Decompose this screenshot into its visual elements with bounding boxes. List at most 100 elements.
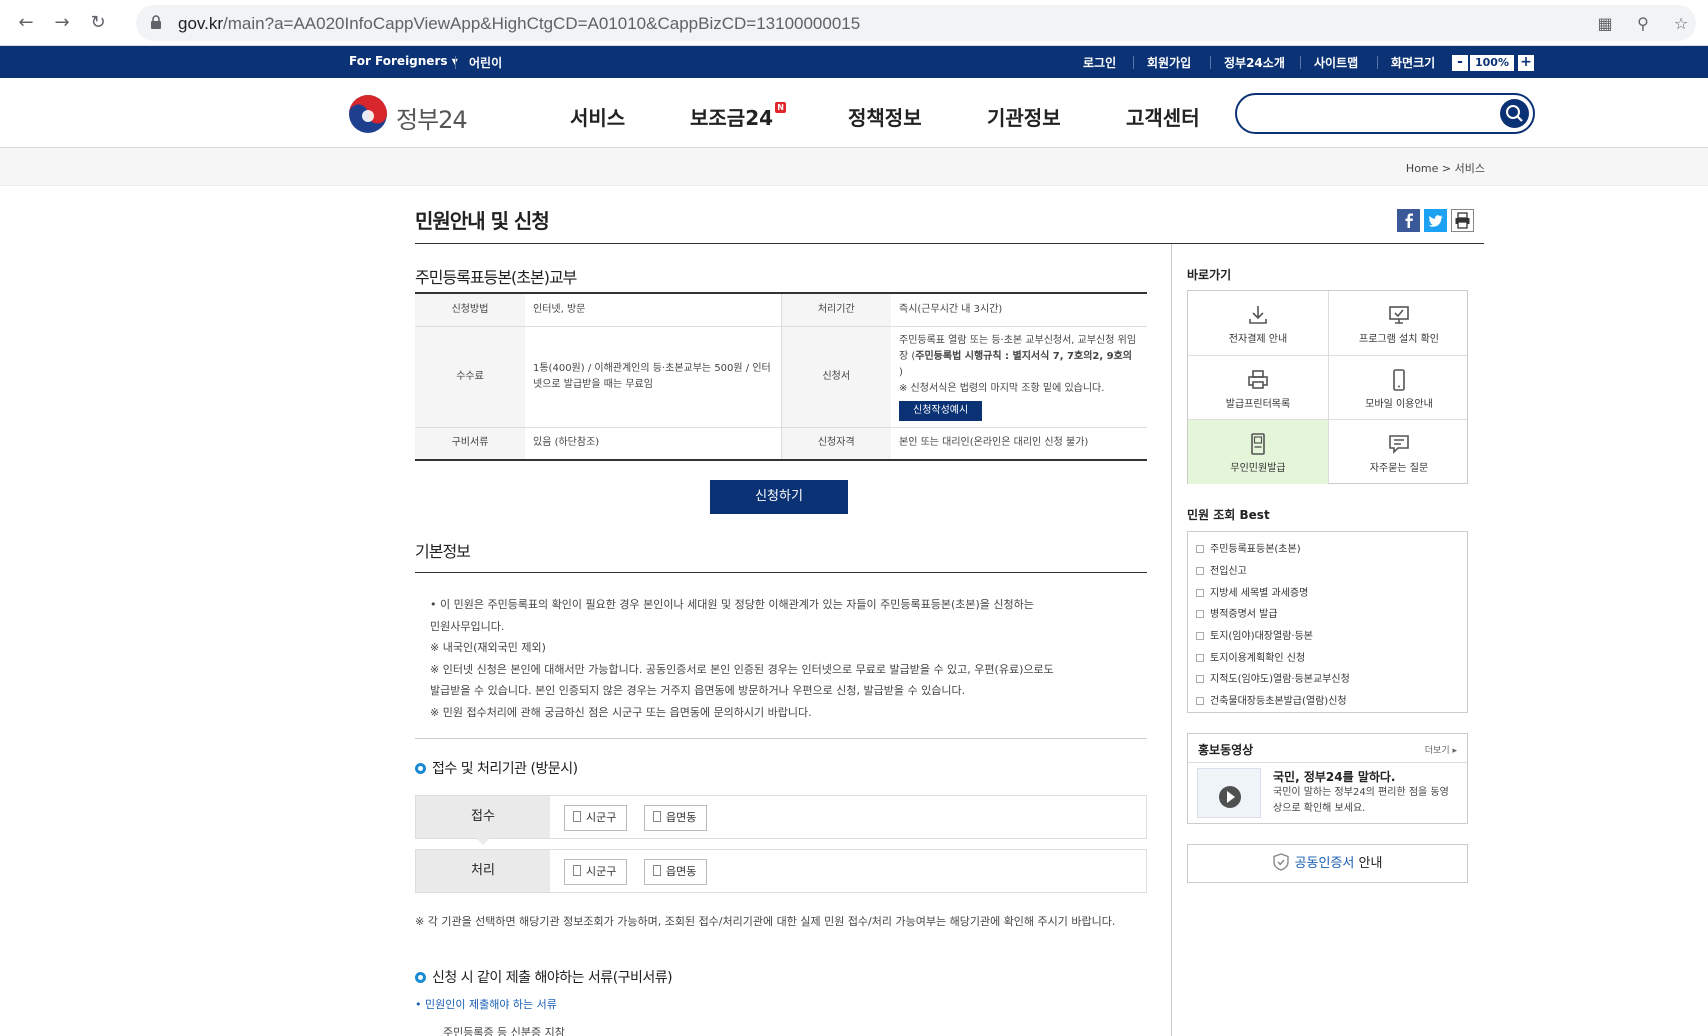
basic-info-title: 기본정보 [415, 542, 471, 561]
taegeuk-logo-icon[interactable] [348, 94, 388, 134]
building-icon [573, 865, 581, 876]
speech-bubble-icon [1389, 435, 1409, 454]
process-eupmyeon-button[interactable]: 읍면동 [644, 859, 708, 885]
document-icon [1196, 632, 1204, 640]
apply-button[interactable]: 신청하기 [710, 480, 848, 514]
org-section-title: 접수 및 처리기관 (방문시) [415, 758, 578, 778]
fee-value: 1통(400원) / 이해관계인의 등·초본교부는 500원 / 인터넷으로 발… [525, 326, 781, 428]
method-label: 신청방법 [415, 293, 525, 327]
kiosk-icon [1251, 433, 1265, 455]
form-example-button[interactable]: 신청작성예시 [899, 400, 983, 421]
grid-divider [1328, 291, 1329, 483]
nav-agency[interactable]: 기관정보 [987, 102, 1061, 131]
forward-icon[interactable]: → [50, 11, 74, 35]
column-divider [1171, 244, 1172, 1036]
twitter-share-icon[interactable] [1424, 209, 1447, 232]
document-icon [1196, 545, 1204, 553]
basic-info-text: • 이 민원은 주민등록표의 확인이 필요한 경우 본인이나 세대원 및 정당한… [430, 594, 1130, 723]
best-item[interactable]: 지방세 세목별 과세증명 [1196, 584, 1308, 599]
search-button[interactable] [1500, 99, 1529, 128]
promo-title: 홍보동영상 [1198, 743, 1254, 757]
breadcrumb-band: Home > 서비스 [0, 148, 1708, 186]
quick-printer-list[interactable]: 발급프린터목록 [1188, 356, 1328, 420]
certificate-guide-button[interactable]: 공동인증서 안내 [1187, 844, 1468, 883]
breadcrumb-home[interactable]: Home [1406, 162, 1438, 175]
title-divider [415, 243, 1484, 244]
required-docs-title: 신청 시 같이 제출 해야하는 서류(구비서류) [415, 967, 673, 987]
applicant-docs-link[interactable]: • 민원인이 제출해야 하는 서류 [415, 996, 557, 1012]
best-item[interactable]: 토지(임야)대장열람·등본 [1196, 627, 1313, 642]
lock-icon [151, 15, 161, 29]
best-item[interactable]: 병적증명서 발급 [1196, 605, 1278, 620]
promo-description: 국민이 말하는 정부24의 편리한 점을 동영상으로 확인해 보세요. [1273, 787, 1449, 814]
document-icon [1196, 697, 1204, 705]
facebook-share-icon[interactable] [1397, 209, 1420, 232]
quick-faq[interactable]: 자주묻는 질문 [1329, 420, 1469, 484]
login-link[interactable]: 로그인 [1083, 54, 1116, 71]
join-link[interactable]: 회원가입 [1147, 54, 1191, 71]
utility-bar: For Foreigners ▾ 어린이 로그인 회원가입 정부24소개 사이트… [0, 46, 1708, 78]
nav-subsidy24[interactable]: 보조금24 N [690, 102, 787, 131]
best-item[interactable]: 토지이용계획확인 신청 [1196, 649, 1305, 664]
best-item[interactable]: 건축물대장등초본발급(열람)신청 [1196, 692, 1347, 707]
quick-links-grid: 전자결제 안내 프로그램 설치 확인 발급프린터목록 모바일 이용안내 무인민원… [1187, 290, 1468, 484]
zoom-out-button[interactable]: - [1452, 55, 1468, 71]
process-org-row: 처리 시군구 읍면동 [415, 849, 1147, 893]
logo-text[interactable]: 정부24 [396, 100, 468, 135]
period-label: 처리기간 [780, 293, 891, 327]
best-list: 주민등록표등본(초본) 전입신고 지방세 세목별 과세증명 병적증명서 발급 토… [1187, 531, 1468, 713]
fee-label: 수수료 [415, 326, 525, 428]
breadcrumb: Home > 서비스 [1406, 160, 1485, 176]
circle-bullet-icon [415, 763, 426, 774]
about-link[interactable]: 정부24소개 [1224, 54, 1285, 71]
receive-eupmyeon-button[interactable]: 읍면동 [644, 805, 708, 831]
divider [455, 56, 456, 69]
method-value: 인터넷, 방문 [525, 293, 781, 327]
print-icon[interactable] [1451, 209, 1474, 232]
quick-kiosk[interactable]: 무인민원발급 [1188, 420, 1328, 484]
page-title: 민원안내 및 신청 [415, 209, 550, 233]
form-law-text: 주민등록법 시행규칙 : 별지서식 7, 7호의2, 9호의 [915, 350, 1132, 362]
basic-info-line: 민원사무입니다. [430, 619, 505, 633]
document-icon [1196, 589, 1204, 597]
building-icon [653, 811, 661, 822]
zoom-in-button[interactable]: + [1518, 55, 1534, 71]
address-bar[interactable]: gov.kr/main?a=AA020InfoCappViewApp&HighC… [136, 5, 1696, 41]
search-input[interactable] [1235, 93, 1535, 134]
breadcrumb-current[interactable]: 서비스 [1455, 162, 1485, 175]
kids-link[interactable]: 어린이 [469, 54, 502, 71]
reload-icon[interactable]: ↻ [86, 11, 110, 35]
promo-headline[interactable]: 국민, 정부24를 말하다. [1273, 768, 1396, 785]
process-sigungu-button[interactable]: 시군구 [564, 859, 628, 885]
best-item[interactable]: 주민등록표등본(초본) [1196, 540, 1301, 555]
back-icon[interactable]: ← [14, 11, 38, 35]
more-link[interactable]: 더보기 ▸ [1425, 743, 1457, 756]
video-thumbnail[interactable] [1197, 768, 1261, 818]
process-label: 처리 [416, 850, 550, 892]
tab-pointer [476, 838, 490, 845]
mobile-phone-icon [1393, 369, 1405, 391]
form-label: 신청서 [780, 326, 891, 428]
site-header: 정부24 서비스 보조금24 N 정책정보 기관정보 고객센터 [0, 78, 1708, 148]
receive-sigungu-button[interactable]: 시군구 [564, 805, 628, 831]
nav-policy[interactable]: 정책정보 [848, 102, 922, 131]
screen-size-label: 화면크기 [1391, 56, 1436, 70]
best-item[interactable]: 전입신고 [1196, 562, 1247, 577]
sitemap-link[interactable]: 사이트맵 [1314, 54, 1358, 71]
circle-bullet-icon [415, 972, 426, 983]
document-icon [1196, 567, 1204, 575]
building-icon [653, 865, 661, 876]
nav-customer-center[interactable]: 고객센터 [1126, 102, 1200, 131]
form-value-close: ) [899, 366, 903, 378]
quick-epayment[interactable]: 전자결제 안내 [1188, 291, 1328, 355]
nav-service[interactable]: 서비스 [570, 102, 625, 131]
zoom-icon[interactable]: ⚲ [1632, 13, 1654, 35]
best-item[interactable]: 지적도(임야도)열람·등본교부신청 [1196, 670, 1350, 685]
bookmark-star-icon[interactable]: ☆ [1670, 13, 1692, 35]
for-foreigners-link[interactable]: For Foreigners ▾ [349, 54, 458, 68]
url-text[interactable]: gov.kr/main?a=AA020InfoCappViewApp&HighC… [178, 14, 860, 34]
quick-program-check[interactable]: 프로그램 설치 확인 [1329, 291, 1469, 355]
quick-mobile-guide[interactable]: 모바일 이용안내 [1329, 356, 1469, 420]
translate-icon[interactable]: ▦ [1594, 13, 1616, 35]
download-icon [1249, 306, 1267, 324]
